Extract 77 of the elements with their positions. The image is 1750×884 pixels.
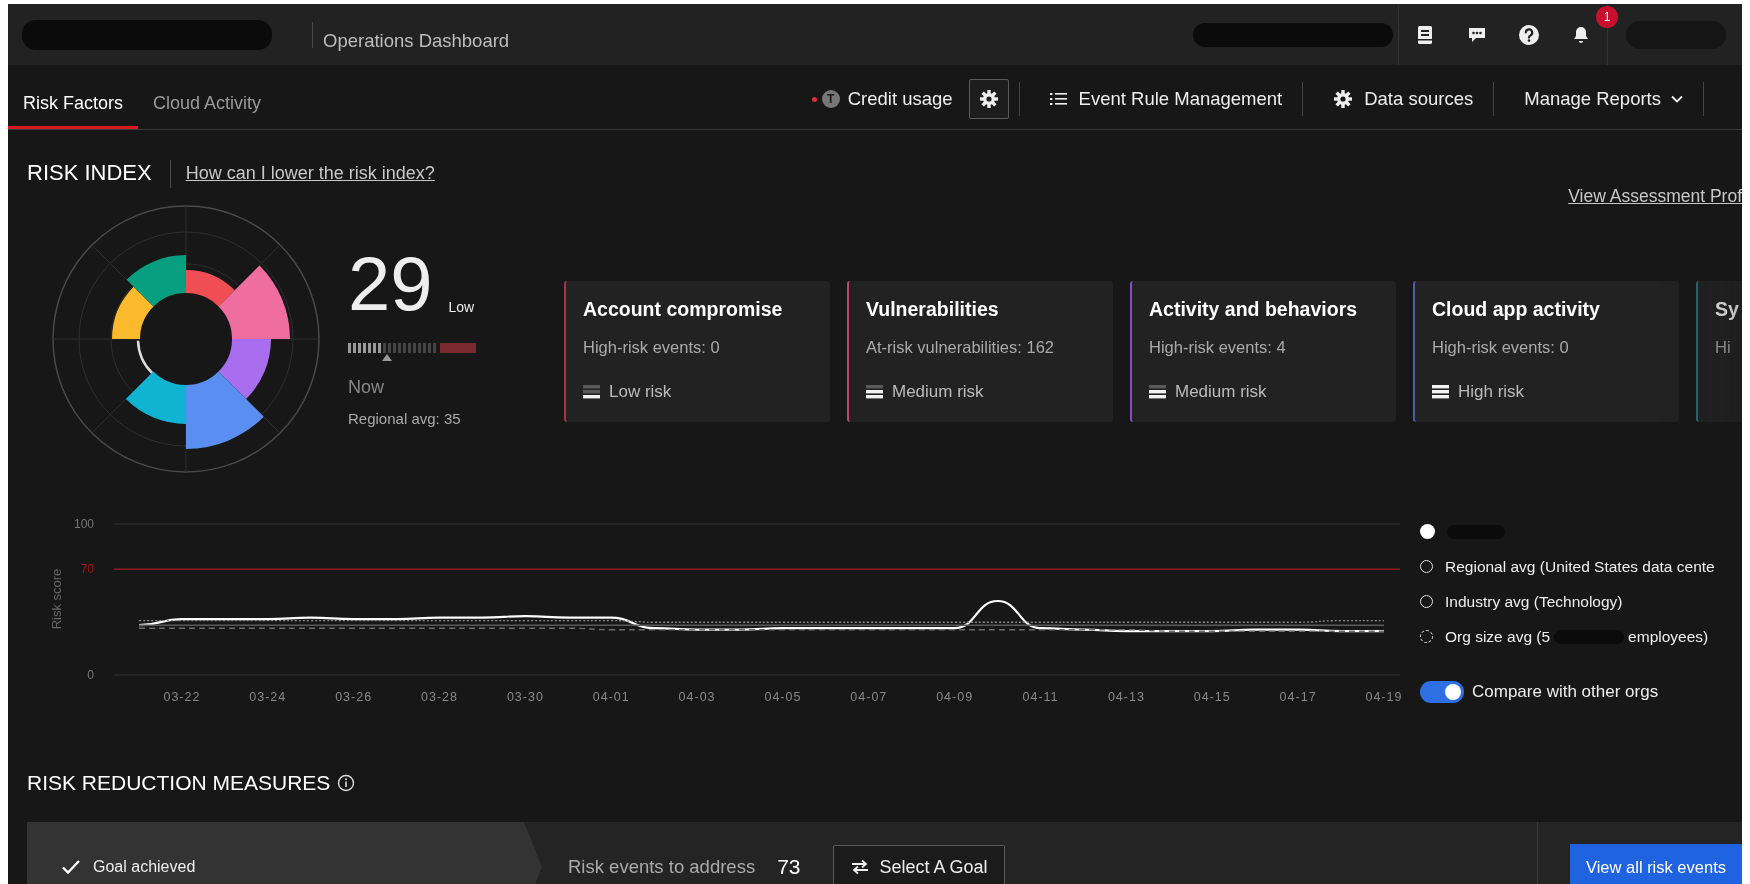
card-detail: High-risk events: 4: [1149, 338, 1287, 357]
compare-toggle[interactable]: [1420, 681, 1464, 703]
tab[interactable]: Risk Factors: [8, 65, 138, 129]
tab[interactable]: Cloud Activity: [138, 65, 277, 129]
axis-tick: 04-01: [592, 690, 630, 704]
chart-segment: [126, 255, 186, 307]
risk-card[interactable]: Vulnerabilities At-risk vulnerabilities: 162 Medium risk: [847, 281, 1113, 422]
list-icon: [1049, 91, 1068, 107]
risk-card[interactable]: Account compromise High-risk events: 0 Low risk: [564, 281, 830, 422]
help-link[interactable]: How can I lower the risk index?: [185, 160, 435, 186]
axis-tick: 04-07: [850, 690, 888, 704]
legend-label: employees): [1628, 627, 1709, 646]
regional-average: Regional avg: 35: [348, 410, 462, 427]
data-sources-link[interactable]: Data sources: [1327, 88, 1480, 110]
card-title: Sy: [1715, 298, 1740, 321]
settings-icon: [978, 89, 999, 109]
event-rule-management-link[interactable]: Event Rule Management: [1043, 88, 1289, 110]
risk-label: Medium risk: [892, 382, 984, 402]
credit-icon: T: [821, 90, 840, 108]
select-goal-button[interactable]: Select A Goal: [832, 845, 1005, 884]
axis-tick: 03-26: [335, 690, 373, 704]
card-detail: At-risk vulnerabilities: 162: [866, 338, 1055, 357]
assessment-profile-link[interactable]: View Assessment Prof: [1568, 183, 1742, 209]
goal-status: Goal achieved: [93, 858, 196, 876]
section-title: RISK REDUCTION MEASURES: [27, 771, 331, 795]
risk-label: Low risk: [609, 382, 672, 402]
period-label: Now: [348, 377, 385, 398]
axis-tick: 04-15: [1193, 690, 1231, 704]
axis-tick: 100: [73, 517, 94, 531]
risk-card[interactable]: Cloud app activity High-risk events: 0 High risk: [1413, 281, 1679, 422]
legend-marker: [1420, 524, 1435, 539]
axis-tick: 04-09: [936, 690, 974, 704]
chart-arc: [136, 340, 153, 374]
credit-usage-link[interactable]: Credit usage: [841, 88, 959, 110]
risk-label: High risk: [1458, 382, 1525, 402]
axis-tick: 04-11: [1022, 690, 1059, 704]
axis-title: Risk score: [49, 568, 64, 630]
axis-tick: 03-30: [506, 690, 544, 704]
card-title: Account compromise: [583, 298, 784, 321]
axis-tick: 03-28: [421, 690, 458, 704]
axis-tick: 03-24: [249, 690, 287, 704]
notification-badge: 1: [1596, 6, 1618, 28]
axis-tick: 04-19: [1365, 690, 1403, 704]
axis-tick: 0: [87, 668, 94, 682]
axis-tick: 04-05: [764, 690, 802, 704]
card-detail: High-risk events: 0: [1432, 338, 1570, 357]
card-detail: High-risk events: 0: [583, 338, 721, 357]
legend-label: Regional avg (United States data cente: [1445, 557, 1715, 576]
settings-button[interactable]: [968, 79, 1009, 119]
page-title: Operations Dashboard: [323, 28, 510, 52]
events-label: Risk events to address: [568, 856, 756, 878]
axis-tick: 04-03: [678, 690, 716, 704]
settings-icon: [1333, 89, 1354, 109]
risk-rating: Low: [448, 299, 475, 315]
risk-card[interactable]: Activity and behaviors High-risk events: 4 Medium risk: [1130, 281, 1396, 422]
risk-label: Medium risk: [1175, 382, 1267, 402]
chevron-down-icon: [1671, 95, 1683, 103]
risk-score: 29: [348, 251, 433, 317]
manage-reports-dropdown[interactable]: Manage Reports: [1518, 88, 1689, 110]
chart-segment: [112, 286, 154, 339]
axis-tick: 03-22: [163, 690, 201, 704]
risk-card[interactable]: Sy Hi: [1696, 281, 1742, 422]
axis-tick: 04-13: [1107, 690, 1145, 704]
toggle-label: Compare with other orgs: [1472, 682, 1659, 702]
swap-icon: [849, 859, 870, 875]
section-title: RISK INDEX: [27, 160, 152, 186]
card-title: Activity and behaviors: [1149, 298, 1359, 321]
card-title: Cloud app activity: [1432, 298, 1601, 321]
view-all-button[interactable]: View all risk events: [1570, 844, 1742, 884]
axis-tick: 70: [80, 562, 94, 577]
legend-label: Industry avg (Technology): [1445, 592, 1623, 611]
events-count: 73: [777, 855, 801, 879]
card-detail: Hi: [1715, 338, 1732, 357]
axis-tick: 04-17: [1279, 690, 1317, 704]
card-title: Vulnerabilities: [866, 298, 1000, 321]
legend-label: Org size avg (5: [1445, 627, 1551, 646]
info-icon[interactable]: [337, 774, 356, 792]
